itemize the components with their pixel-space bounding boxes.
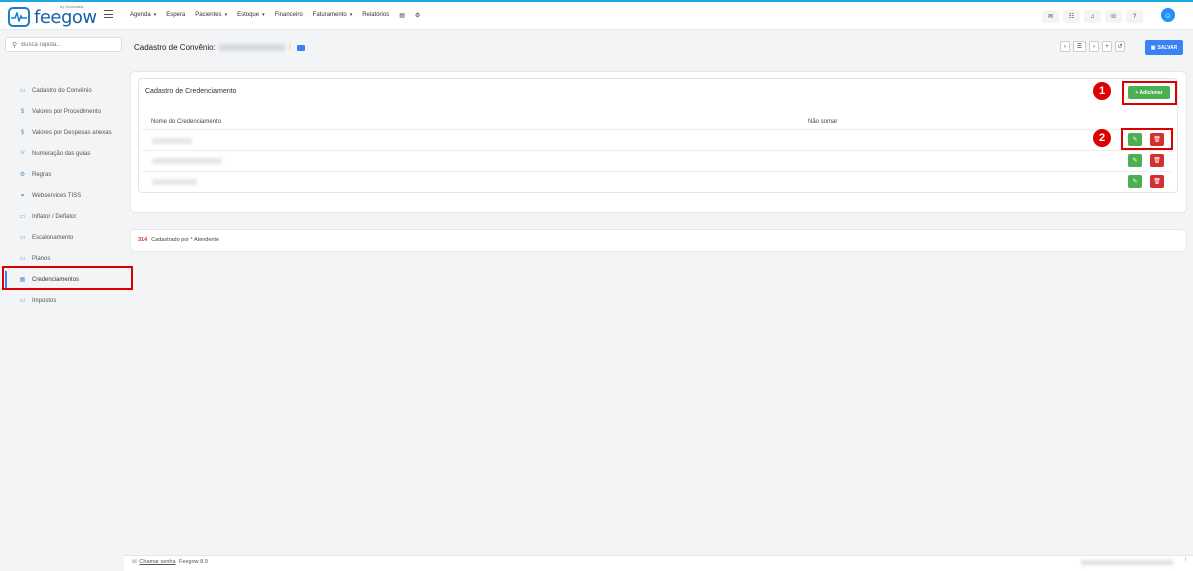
edit-button[interactable]: ✎ [1128,175,1142,188]
log-text: Cadastrado por * Atendente [151,237,220,243]
history-icon[interactable]: ↺ [1115,41,1125,52]
card-icon: ▭ [19,88,26,94]
gear-icon[interactable]: ⚙ [415,12,420,19]
scroll-top-icon[interactable]: ↑ [1184,557,1187,563]
edit-button[interactable]: ✎ [1128,154,1142,167]
annotation-badge-1: 1 [1093,82,1111,100]
nav-agenda[interactable]: Agenda ▾ [130,12,156,19]
chevron-right-icon[interactable]: › [1089,41,1099,52]
nav-estoque[interactable]: Estoque ▾ [237,12,265,19]
save-button[interactable]: ▣ SALVAR [1145,40,1183,55]
annotation-badge-2: 2 [1093,129,1111,147]
page-title: Cadastro de Convênio: / [134,43,305,52]
credenciamento-name-redacted [152,158,222,164]
save-icon: ▣ [1150,44,1156,51]
sidebar-item-regras[interactable]: ⚙ Regras [0,164,130,185]
card-icon: ▭ [19,298,26,304]
link-icon: ⚭ [19,193,26,199]
call-ticket-link[interactable]: ☏ Chamar senha [131,559,176,565]
search-input[interactable] [21,41,112,48]
list-icon[interactable]: ☰ [1073,41,1086,52]
top-action-buttons: ✉ ☷ ♫ ☏ ? [1042,10,1143,23]
card-icon: ▭ [19,214,26,220]
gears-icon: ⚙ [19,172,26,178]
message-icon[interactable]: ☏ [1105,10,1122,23]
chat-icon[interactable]: ☷ [1063,10,1080,23]
card-icon: ▭ [19,235,26,241]
edit-icon: ✎ [1132,179,1138,185]
sidebar-item-valores-procedimento[interactable]: $ Valores por Procedimento [0,101,130,122]
record-toolbar: ‹ ☰ › + ↺ [1060,41,1125,52]
sidebar-item-valores-despesas[interactable]: $ Valores por Despesas anexas [0,122,130,143]
plus-icon[interactable]: + [1102,41,1112,52]
sidebar-item-inflator[interactable]: ▭ Inflator / Deflator [0,206,130,227]
dollar-icon: $ [20,129,25,136]
card-icon: ▭ [19,256,26,262]
nav-faturamento[interactable]: Faturamento ▾ [313,12,353,19]
footer-info-redacted [1081,560,1173,565]
brand-name: feegow [34,6,97,28]
main-nav: Agenda ▾ Espera Pacientes ▾ Estoque ▾ Finan… [130,12,430,19]
brand-subtitle: by Doctoralia [60,4,84,9]
feegow-logo[interactable]: feegow by Doctoralia [8,4,97,28]
dollar-icon: $ [20,108,25,115]
ticket-icon: ☏ [131,559,138,565]
credenciamento-title: Cadastro de Credenciamento [145,88,237,95]
sidebar-item-impostos[interactable]: ▭ Impostos [0,290,130,311]
sidebar-item-cadastro[interactable]: ▭ Cadastro do Convênio [0,80,130,101]
trash-icon: 🗑 [1153,158,1161,164]
chevron-left-icon[interactable]: ‹ [1060,41,1070,52]
highlight-credenciamentos [2,266,133,290]
footer-status: ☏ Chamar senha Feegow 8.9 [131,559,208,565]
nav-financeiro[interactable]: Financeiro [275,12,303,19]
menu-toggle-icon[interactable] [104,10,113,18]
help-icon[interactable]: ? [1126,10,1143,23]
delete-button[interactable]: 🗑 [1150,175,1164,188]
sidebar-item-numeracao[interactable]: ¹² Numeração das guias [0,143,130,164]
delete-button[interactable]: 🗑 [1150,154,1164,167]
column-header-nao-somar: Não somar [808,119,838,125]
audit-log: 314 Cadastrado por * Atendente [138,237,219,243]
edit-icon: ✎ [1132,158,1138,164]
highlight-add-button [1122,81,1177,105]
quick-search: ⚲ [5,37,122,52]
log-id: 314 [138,237,148,243]
credenciamento-name-redacted [152,138,192,144]
highlight-row-actions [1121,128,1173,150]
credenciamento-name-redacted [152,179,197,185]
credenciamento-card [138,78,1178,193]
trash-icon: 🗑 [1153,179,1161,185]
user-avatar[interactable]: ☺ [1161,8,1175,22]
nav-relatorios[interactable]: Relatórios [362,12,389,19]
audit-log-card [130,229,1187,252]
bell-icon[interactable]: ♫ [1084,10,1101,23]
print-icon[interactable]: ▤ [399,12,405,19]
mail-icon[interactable]: ✉ [1042,10,1059,23]
logo-heartbeat-icon [8,7,30,27]
top-navigation-bar: feegow by Doctoralia Agenda ▾ Espera Paci… [0,2,1193,30]
footer-bar [124,555,1193,571]
sidebar-item-webservices[interactable]: ⚭ Webservices TISS [0,185,130,206]
nav-espera[interactable]: Espera [166,12,185,19]
search-icon: ⚲ [12,41,18,49]
column-header-name: Nome do Credenciamento [151,119,222,125]
numbers-icon: ¹² [20,150,25,157]
card-icon[interactable] [296,44,305,51]
sidebar-item-escalonamento[interactable]: ▭ Escalonamento [0,227,130,248]
nav-pacientes[interactable]: Pacientes ▾ [195,12,227,19]
version-label: Feegow 8.9 [179,559,208,565]
convenio-name-redacted [218,44,285,51]
